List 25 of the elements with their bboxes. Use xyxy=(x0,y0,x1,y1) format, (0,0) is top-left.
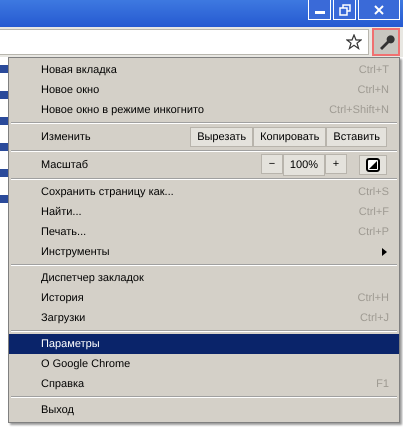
menu-label: Масштаб xyxy=(41,159,90,171)
restore-icon xyxy=(338,4,350,16)
edit-button[interactable]: Вставить xyxy=(326,127,387,147)
address-field[interactable] xyxy=(0,29,369,55)
menu-item[interactable]: Параметры xyxy=(9,334,399,354)
zoom-in-button[interactable]: + xyxy=(325,154,347,174)
menu-item[interactable]: О Google Chrome xyxy=(9,354,399,374)
menu-item[interactable]: Выход xyxy=(9,400,399,420)
wrench-button[interactable] xyxy=(372,28,400,56)
zoom-level: 100% xyxy=(283,154,325,176)
star-icon[interactable] xyxy=(346,34,362,50)
submenu-arrow-icon xyxy=(382,248,387,256)
minimize-icon xyxy=(314,11,324,14)
fullscreen-button[interactable] xyxy=(359,155,387,175)
close-button[interactable] xyxy=(358,0,400,20)
edit-button[interactable]: Вырезать xyxy=(190,127,254,147)
restore-button[interactable] xyxy=(333,0,356,20)
menu-label: Изменить xyxy=(41,131,92,143)
fullscreen-icon xyxy=(366,158,380,172)
menu-item[interactable]: Диспетчер закладок xyxy=(9,268,399,288)
zoom-out-button[interactable]: − xyxy=(261,154,283,174)
close-icon xyxy=(373,4,385,16)
menu-item[interactable]: Инструменты xyxy=(9,242,399,262)
edit-button[interactable]: Копировать xyxy=(253,127,326,147)
minimize-button[interactable] xyxy=(308,0,331,20)
